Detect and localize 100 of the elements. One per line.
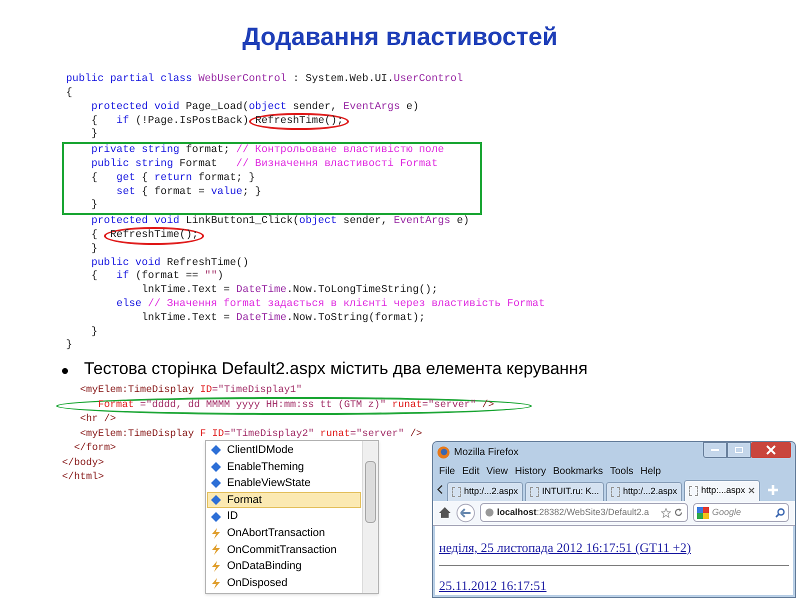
- completion-item[interactable]: EnableTheming: [207, 458, 361, 476]
- property-icon: [211, 495, 221, 506]
- home-icon[interactable]: [439, 507, 451, 518]
- code-token: Format: [97, 398, 134, 413]
- circled-code: RefreshTime();: [251, 114, 348, 128]
- menu-item[interactable]: Bookmarks: [552, 464, 603, 479]
- browser-tab[interactable]: http:/...2.aspx: [606, 482, 682, 501]
- close-icon[interactable]: [748, 487, 756, 494]
- scroll-left-icon[interactable]: [437, 485, 443, 494]
- completion-item[interactable]: OnDataBinding: [207, 558, 361, 575]
- time-link[interactable]: 25.11.2012 16:17:51: [439, 576, 546, 595]
- code-token: {: [140, 172, 149, 186]
- completion-item[interactable]: OnDisposed: [207, 574, 361, 592]
- code-token: <myElem:TimeDisplay: [79, 384, 196, 398]
- code-token: value: [210, 186, 242, 200]
- property-icon: [211, 512, 221, 522]
- reload-icon[interactable]: [674, 508, 683, 518]
- code-token: EventArgs: [394, 215, 450, 230]
- completion-item[interactable]: OnCommitTransaction: [207, 542, 361, 558]
- code-token: ="server": [422, 398, 476, 413]
- scrollbar[interactable]: [362, 441, 378, 593]
- page-icon: [611, 486, 620, 497]
- code-token: Format: [179, 158, 218, 172]
- code-token: : System.Web.UI.: [292, 73, 394, 88]
- code-token: DateTime: [236, 284, 287, 298]
- completion-item[interactable]: ClientIDMode: [207, 442, 361, 459]
- code-token: e): [456, 215, 470, 230]
- code-token: }: [90, 326, 98, 340]
- completion-item[interactable]: ID: [207, 508, 361, 525]
- browser-tab[interactable]: INTUIT.ru: K...: [525, 482, 604, 501]
- code-token: ="dddd, dd MMMM yyyy HH:mm:ss tt (GTM z)": [139, 398, 388, 413]
- close-button[interactable]: [751, 442, 791, 458]
- maximize-button[interactable]: [727, 442, 751, 458]
- code-token: DateTime: [236, 312, 287, 326]
- code-token: ): [217, 270, 224, 284]
- time-link[interactable]: неділя, 25 листопада 2012 16:17:51 (GT11 +2): [439, 538, 691, 558]
- bullet-icon: [62, 368, 68, 374]
- code-token: lnkTime.Text =: [140, 284, 231, 298]
- address-field[interactable]: localhost:28382/WebSite3/Default2.a: [480, 503, 688, 522]
- browser-tab[interactable]: http:/...2.aspx: [447, 482, 524, 501]
- code-token: sender,: [342, 215, 388, 230]
- search-input[interactable]: Google: [712, 506, 772, 520]
- browser-tab[interactable]: http:...aspx: [684, 480, 760, 501]
- code-token: (format ==: [134, 270, 200, 284]
- code-token: .Now.ToLongTimeString();: [286, 284, 438, 298]
- search-field[interactable]: Google: [693, 503, 789, 522]
- code-token: RefreshTime(): [166, 256, 249, 270]
- code-token: }: [66, 339, 72, 354]
- completion-item[interactable]: Format: [207, 492, 361, 508]
- code-token: // Контрольоване властивістю поле: [236, 144, 444, 158]
- menu-item[interactable]: Tools: [610, 464, 634, 479]
- lightning-icon: [211, 544, 221, 556]
- code-token: </html>: [62, 471, 104, 486]
- code-token: UserControl: [394, 73, 463, 88]
- code-token: LinkButton1_Click(: [186, 215, 300, 229]
- code-token: {: [90, 270, 99, 284]
- code-token: ="TimeDisplay1": [212, 384, 302, 398]
- code-token: object: [248, 100, 287, 115]
- code-token: {: [90, 114, 99, 128]
- search-engine-icon: [697, 506, 709, 519]
- code-token: runat: [320, 428, 350, 442]
- code-token: Page_Load(: [186, 100, 249, 115]
- code-token: EventArgs: [343, 100, 400, 115]
- code-token: />: [481, 398, 494, 413]
- code-token: "": [204, 270, 218, 284]
- code-token: protected void: [90, 215, 180, 229]
- code-token: set: [115, 186, 136, 200]
- code-token: F: [200, 428, 206, 442]
- menu-item[interactable]: File: [439, 464, 456, 479]
- lightning-icon: [211, 578, 221, 589]
- completion-item[interactable]: EnableViewState: [207, 475, 361, 492]
- code-token: if: [116, 270, 130, 284]
- code-token: sender,: [292, 100, 338, 115]
- menu-item[interactable]: Help: [640, 464, 661, 479]
- property-icon: [211, 462, 221, 472]
- page-icon: [452, 486, 461, 497]
- star-icon[interactable]: [661, 508, 671, 518]
- code-token: {: [90, 229, 99, 243]
- code-token: // Значення format задається в клієнті через властивість Format: [148, 298, 545, 312]
- code-token: if: [116, 114, 130, 128]
- code-token: ID: [211, 428, 224, 442]
- code-token: protected void: [90, 100, 180, 115]
- code-token: </body>: [62, 456, 104, 471]
- code-token: // Визначення властивості Format: [236, 158, 438, 172]
- circled-code: RefreshTime();: [106, 229, 202, 243]
- property-icon: [211, 445, 221, 456]
- code-token: }: [90, 128, 98, 142]
- code-token: .Now.ToString(format);: [286, 312, 426, 326]
- menu-item[interactable]: Edit: [462, 464, 480, 479]
- search-icon[interactable]: [775, 508, 785, 518]
- menu-item[interactable]: View: [486, 464, 508, 479]
- minimize-button[interactable]: [703, 442, 727, 458]
- menu-item[interactable]: History: [514, 464, 546, 479]
- back-icon[interactable]: [456, 502, 476, 523]
- property-icon: [211, 478, 221, 488]
- code-token: public string: [90, 158, 174, 172]
- code-token: object: [299, 215, 337, 230]
- completion-item[interactable]: OnAbortTransaction: [207, 524, 361, 542]
- code-token: WebUserControl: [198, 73, 287, 88]
- code-token: return: [154, 172, 192, 186]
